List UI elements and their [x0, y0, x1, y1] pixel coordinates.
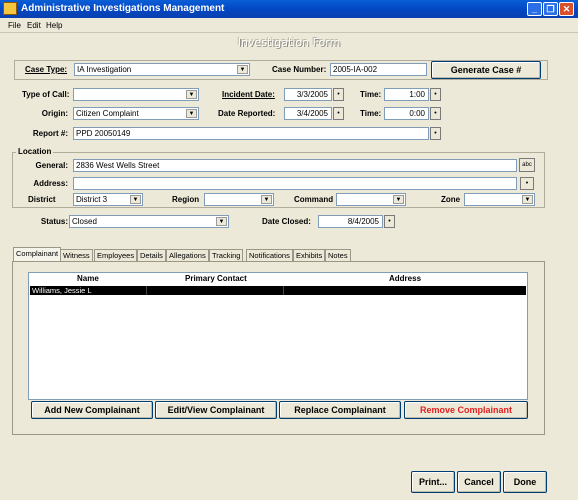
command-select[interactable]: ▼ [336, 193, 406, 206]
tab-details[interactable]: Details [137, 249, 166, 261]
time-label: Time: [360, 109, 382, 118]
case-number-field[interactable]: 2005-IA-002 [330, 63, 427, 76]
general-label: General: [35, 161, 68, 170]
district-label: District [28, 195, 56, 204]
menu-file[interactable]: File [8, 21, 21, 30]
region-select[interactable]: ▼ [204, 193, 274, 206]
cancel-button[interactable]: Cancel [457, 471, 501, 493]
date-reported-label: Date Reported: [218, 109, 276, 118]
type-of-call-label: Type of Call: [22, 90, 70, 99]
menu-bar: File Edit Help [0, 18, 578, 33]
row-name: Williams, Jessie L [32, 286, 92, 295]
menu-edit[interactable]: Edit [27, 21, 41, 30]
lookup-icon[interactable]: • [520, 177, 534, 190]
add-complainant-button[interactable]: Add New Complainant [31, 401, 153, 419]
case-type-label: Case Type: [25, 65, 68, 74]
district-select[interactable]: District 3 ▼ [73, 193, 143, 206]
chevron-down-icon: ▼ [261, 195, 272, 204]
column-header-address[interactable]: Address [389, 274, 421, 283]
date-closed-field[interactable]: 8/4/2005 [318, 215, 383, 228]
type-of-call-select[interactable]: ▼ [73, 88, 199, 101]
menu-help[interactable]: Help [46, 21, 62, 30]
case-type-value: IA Investigation [77, 65, 132, 74]
origin-select[interactable]: Citizen Complaint ▼ [73, 107, 199, 120]
incident-date-field[interactable]: 3/3/2005 [284, 88, 332, 101]
address-field[interactable] [73, 177, 517, 190]
time-label: Time: [360, 90, 382, 99]
report-number-label: Report #: [32, 129, 68, 138]
remove-complainant-button[interactable]: Remove Complainant [404, 401, 528, 419]
command-label: Command [294, 195, 334, 204]
chevron-down-icon: ▼ [522, 195, 533, 204]
date-closed-label: Date Closed: [262, 217, 311, 226]
general-location-field[interactable]: 2836 West Wells Street [73, 159, 517, 172]
calendar-icon[interactable]: • [333, 107, 344, 120]
case-type-select[interactable]: IA Investigation ▼ [74, 63, 250, 76]
edit-complainant-button[interactable]: Edit/View Complainant [155, 401, 277, 419]
status-select[interactable]: Closed ▼ [69, 215, 229, 228]
table-row[interactable]: Williams, Jessie L [30, 286, 526, 295]
close-icon[interactable]: ✕ [559, 2, 574, 16]
district-value: District 3 [76, 195, 108, 204]
incident-date-label: Incident Date: [222, 90, 275, 99]
column-header-primary-contact[interactable]: Primary Contact [185, 274, 247, 283]
tab-witness[interactable]: Witness [60, 249, 93, 261]
tab-notes[interactable]: Notes [325, 249, 351, 261]
clock-icon[interactable]: • [430, 107, 441, 120]
minimize-icon[interactable]: _ [527, 2, 542, 16]
report-number-field[interactable]: PPD 20050149 [73, 127, 429, 140]
clock-icon[interactable]: • [430, 88, 441, 101]
status-value: Closed [72, 217, 97, 226]
zone-label: Zone [441, 195, 461, 204]
done-button[interactable]: Done [503, 471, 547, 493]
chevron-down-icon: ▼ [186, 109, 197, 118]
title-bar[interactable]: Administrative Investigations Management… [0, 0, 578, 18]
case-number-label: Case Number: [272, 65, 327, 74]
reported-time-field[interactable]: 0:00 [384, 107, 429, 120]
date-reported-field[interactable]: 3/4/2005 [284, 107, 332, 120]
status-label: Status: [40, 217, 68, 226]
generate-case-button[interactable]: Generate Case # [431, 61, 541, 79]
incident-time-field[interactable]: 1:00 [384, 88, 429, 101]
calendar-icon[interactable]: • [333, 88, 344, 101]
app-icon [3, 2, 17, 15]
tab-employees[interactable]: Employees [94, 249, 138, 261]
column-header-name[interactable]: Name [77, 274, 99, 283]
replace-complainant-button[interactable]: Replace Complainant [279, 401, 401, 419]
lookup-icon[interactable]: • [430, 127, 441, 140]
tab-notifications[interactable]: Notifications [246, 249, 293, 261]
column-divider [146, 286, 147, 295]
address-label: Address: [33, 179, 68, 188]
complainant-grid[interactable]: Name Primary Contact Address Williams, J… [28, 272, 528, 400]
chevron-down-icon: ▼ [393, 195, 404, 204]
tab-complainant[interactable]: Complainant [13, 247, 62, 262]
origin-value: Citizen Complaint [76, 109, 139, 118]
restore-icon[interactable]: ❐ [543, 2, 558, 16]
location-group-label: Location [16, 147, 54, 156]
origin-label: Origin: [41, 109, 68, 118]
chevron-down-icon: ▼ [186, 90, 197, 99]
tab-tracking[interactable]: Tracking [209, 249, 244, 261]
chevron-down-icon: ▼ [130, 195, 141, 204]
tab-exhibits[interactable]: Exhibits [293, 249, 326, 261]
form-title: Investigation Form [237, 36, 341, 49]
print-button[interactable]: Print... [411, 471, 455, 493]
chevron-down-icon: ▼ [216, 217, 227, 226]
tab-allegations[interactable]: Allegations [166, 249, 209, 261]
chevron-down-icon: ▼ [237, 65, 248, 74]
calendar-icon[interactable]: • [384, 215, 395, 228]
zone-select[interactable]: ▼ [464, 193, 535, 206]
window-title: Administrative Investigations Management [21, 3, 225, 14]
spell-check-icon[interactable]: abc [519, 158, 535, 172]
column-divider [283, 286, 284, 295]
region-label: Region [172, 195, 200, 204]
